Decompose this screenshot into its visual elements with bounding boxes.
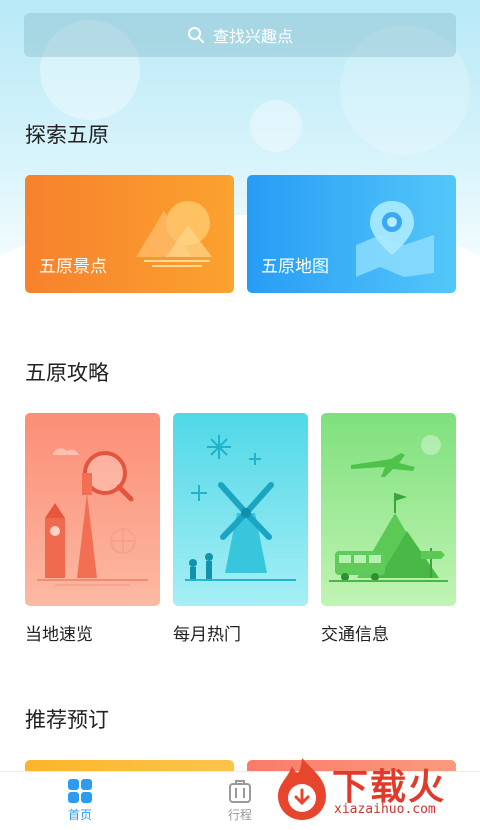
decor-bubble: [250, 100, 302, 152]
search-icon: [187, 27, 204, 43]
nav-item-home[interactable]: 首页: [50, 778, 110, 823]
nav-label-trip: 行程: [227, 808, 252, 822]
flame-download-icon: [278, 758, 326, 820]
search-bar[interactable]: 查找兴趣点: [24, 13, 456, 57]
map-pin-icon: [356, 201, 434, 277]
guide-label-overview: 当地速览: [25, 625, 93, 645]
windmill-fireworks-illustration: [185, 435, 296, 581]
section-title-recommend: 推荐预订: [25, 708, 109, 732]
section-title-guide: 五原攻略: [25, 361, 109, 385]
guide-label-transport: 交通信息: [321, 625, 389, 645]
nav-label-home: 首页: [67, 808, 92, 822]
nav-item-trip[interactable]: 行程: [210, 778, 270, 823]
watermark-url: xiazaihuo.com: [334, 802, 436, 817]
explore-card-label: 五原地图: [261, 257, 329, 277]
mountain-sun-icon: [136, 201, 212, 267]
suitcase-icon: [229, 780, 251, 803]
guide-card-monthly-hot[interactable]: [173, 413, 308, 606]
landmarks-magnifier-illustration: [37, 448, 148, 586]
guide-card-transport[interactable]: [321, 413, 456, 606]
guide-label-monthly-hot: 每月热门: [173, 625, 241, 645]
grid-icon: [68, 779, 92, 803]
section-title-explore: 探索五原: [25, 123, 109, 147]
explore-card-label: 五原景点: [39, 257, 107, 277]
search-placeholder: 查找兴趣点: [212, 27, 293, 46]
explore-card-attractions[interactable]: 五原景点: [25, 175, 234, 293]
guide-card-overview[interactable]: [25, 413, 160, 606]
bus-mountain-plane-illustration: [329, 435, 448, 582]
explore-card-map[interactable]: 五原地图: [247, 175, 456, 293]
watermark: 下载火 xiazaihuo.com: [272, 756, 472, 826]
